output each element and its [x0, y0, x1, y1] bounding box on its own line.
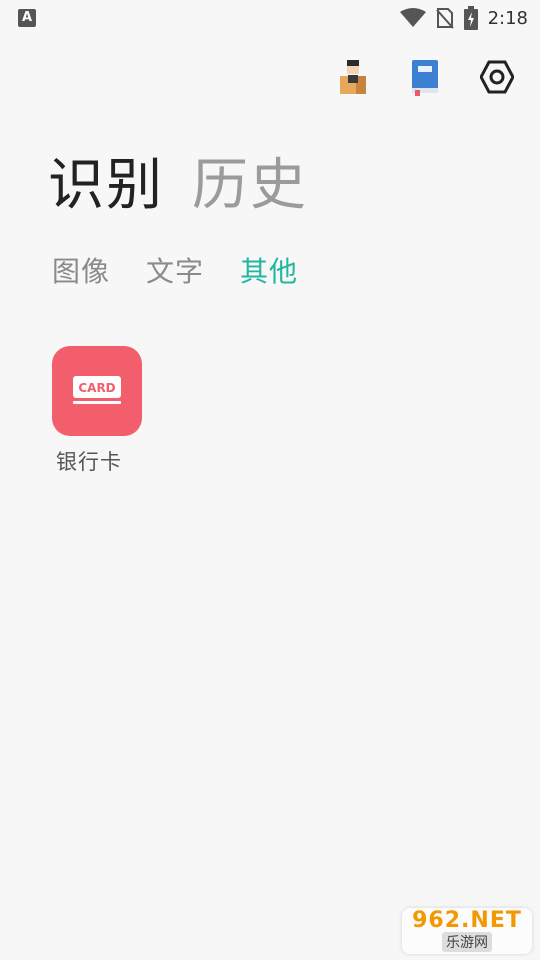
watermark-bottom: 乐游网 [442, 932, 492, 952]
tab-history[interactable]: 历史 [192, 140, 308, 221]
svg-text:CARD: CARD [78, 381, 115, 395]
toolbar [334, 58, 516, 96]
status-right: 2:18 [399, 5, 528, 31]
watermark-logo: 962.NET 乐游网 [402, 908, 532, 954]
wifi-icon [399, 8, 426, 27]
bank-card-item[interactable]: CARD 银行卡 [52, 346, 144, 476]
person-box-icon[interactable] [334, 58, 372, 96]
tab-image[interactable]: 图像 [52, 250, 110, 290]
item-label: 银行卡 [56, 450, 122, 474]
watermark-top: 962.NET [412, 908, 522, 933]
tab-recognize[interactable]: 识别 [48, 140, 164, 221]
book-icon[interactable] [406, 58, 444, 96]
status-time: 2:18 [487, 7, 528, 29]
main-tabs: 识别 历史 [48, 140, 308, 221]
sub-tabs: 图像 文字 其他 [52, 250, 298, 290]
tab-text[interactable]: 文字 [146, 250, 204, 290]
items-grid: CARD 银行卡 [52, 346, 144, 476]
no-sim-icon [435, 8, 454, 29]
tab-other[interactable]: 其他 [240, 250, 298, 290]
battery-charging-icon [463, 6, 478, 30]
accessibility-icon: A [18, 9, 36, 27]
card-icon[interactable]: CARD [52, 346, 142, 436]
settings-icon[interactable] [478, 58, 516, 96]
status-bar: A 2:18 [0, 0, 540, 36]
